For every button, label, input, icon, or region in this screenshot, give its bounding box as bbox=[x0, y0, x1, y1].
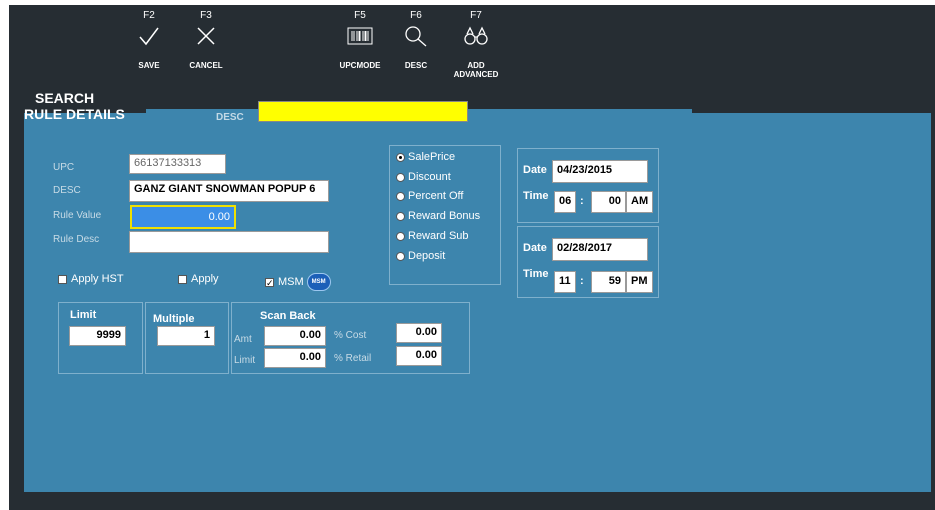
apply-checkbox[interactable]: Apply bbox=[178, 273, 219, 285]
upcmode-label: UPCMODE bbox=[339, 61, 381, 70]
scan-amt-label: Amt bbox=[234, 334, 252, 345]
radio-label: Discount bbox=[408, 171, 451, 183]
save-label: SAVE bbox=[138, 61, 160, 70]
radio-label: Reward Sub bbox=[408, 230, 469, 242]
binoculars-icon bbox=[464, 26, 488, 45]
add-label: ADD bbox=[467, 61, 485, 70]
scan-back-title: Scan Back bbox=[260, 310, 316, 322]
checkmark-icon bbox=[139, 27, 159, 46]
end-ampm-field[interactable]: PM bbox=[626, 271, 653, 293]
apply-hst-label: Apply HST bbox=[71, 273, 124, 285]
add-advanced-key: F7 bbox=[470, 10, 482, 21]
radio-dot bbox=[396, 211, 405, 221]
msm-badge-icon: MSM bbox=[306, 273, 331, 291]
desc-key: F6 bbox=[410, 10, 422, 21]
radio-label: Reward Bonus bbox=[408, 210, 481, 222]
save-button[interactable]: F2 SAVE bbox=[119, 10, 179, 70]
rule-value-field[interactable]: 0.00 bbox=[130, 205, 236, 229]
radio-percent-off[interactable]: Percent Off bbox=[396, 190, 463, 202]
radio-deposit[interactable]: Deposit bbox=[396, 250, 445, 262]
radio-dot bbox=[396, 172, 405, 182]
start-hour-field[interactable]: 06 bbox=[554, 191, 576, 213]
radio-dot bbox=[396, 231, 405, 241]
radio-discount[interactable]: Discount bbox=[396, 171, 451, 183]
end-time-label: Time bbox=[523, 268, 549, 280]
desc-label: DESC bbox=[53, 185, 81, 196]
radio-dot bbox=[396, 251, 405, 261]
radio-label: Deposit bbox=[408, 250, 446, 262]
start-date-label: Date bbox=[523, 164, 547, 176]
limit-label: Limit bbox=[70, 309, 97, 321]
checkbox-checked-box: ✓ bbox=[265, 277, 274, 288]
save-key: F2 bbox=[143, 10, 155, 21]
magnifier-icon bbox=[405, 26, 427, 47]
upcmode-key: F5 bbox=[354, 10, 366, 21]
add-advanced-button[interactable]: F7 ADD ADVANCED bbox=[446, 10, 506, 79]
time-separator: : bbox=[580, 195, 584, 207]
scan-cost-field[interactable]: 0.00 bbox=[396, 323, 442, 343]
search-desc-label: DESC bbox=[216, 112, 244, 123]
apply-label: Apply bbox=[191, 273, 219, 285]
end-minute-field[interactable]: 59 bbox=[591, 271, 626, 293]
time-separator: : bbox=[580, 275, 584, 287]
radio-saleprice[interactable]: SalePrice bbox=[396, 151, 455, 163]
advanced-label: ADVANCED bbox=[453, 70, 499, 79]
scan-cost-label: % Cost bbox=[334, 330, 367, 341]
radio-label: Percent Off bbox=[408, 190, 464, 202]
end-date-label: Date bbox=[523, 242, 547, 254]
desc-label: DESC bbox=[404, 61, 428, 70]
end-hour-field[interactable]: 11 bbox=[554, 271, 576, 293]
upcmode-button[interactable]: F5 UPCMODE bbox=[330, 10, 390, 70]
scan-retail-field[interactable]: 0.00 bbox=[396, 346, 442, 366]
radio-label: SalePrice bbox=[408, 151, 456, 163]
cancel-button[interactable]: F3 CANCEL bbox=[176, 10, 236, 70]
desc-field[interactable]: GANZ GIANT SNOWMAN POPUP 6 bbox=[129, 180, 329, 202]
start-ampm-field[interactable]: AM bbox=[626, 191, 653, 213]
scan-amt-field[interactable]: 0.00 bbox=[264, 326, 326, 346]
search-desc-input[interactable] bbox=[258, 101, 468, 122]
msm-checkbox[interactable]: ✓ MSM MSM bbox=[265, 273, 331, 291]
radio-dot bbox=[396, 191, 405, 201]
limit-field[interactable]: 9999 bbox=[69, 326, 126, 346]
upc-label: UPC bbox=[53, 162, 75, 173]
cancel-label: CANCEL bbox=[189, 61, 223, 70]
search-heading: SEARCH bbox=[35, 90, 95, 106]
apply-hst-checkbox[interactable]: Apply HST bbox=[58, 273, 124, 285]
scan-limit-field[interactable]: 0.00 bbox=[264, 348, 326, 368]
rule-details-heading: RULE DETAILS bbox=[24, 106, 125, 122]
rule-desc-field[interactable] bbox=[129, 231, 329, 253]
multiple-field[interactable]: 1 bbox=[157, 326, 215, 346]
multiple-label: Multiple bbox=[153, 313, 195, 325]
rule-value-label: Rule Value bbox=[53, 210, 102, 221]
checkbox-box bbox=[58, 274, 67, 284]
desc-button[interactable]: F6 DESC bbox=[386, 10, 446, 70]
start-time-label: Time bbox=[523, 190, 549, 202]
start-date-field[interactable]: 04/23/2015 bbox=[552, 160, 648, 183]
radio-selected-dot bbox=[396, 152, 405, 162]
end-date-field[interactable]: 02/28/2017 bbox=[552, 238, 648, 261]
scan-retail-label: % Retail bbox=[334, 353, 372, 364]
scan-limit-label: Limit bbox=[234, 355, 256, 366]
radio-reward-bonus[interactable]: Reward Bonus bbox=[396, 210, 480, 222]
close-icon bbox=[197, 27, 215, 45]
start-minute-field[interactable]: 00 bbox=[591, 191, 626, 213]
rule-desc-label: Rule Desc bbox=[53, 234, 100, 245]
radio-reward-sub[interactable]: Reward Sub bbox=[396, 230, 469, 242]
msm-label: MSM bbox=[278, 276, 304, 288]
barcode-icon bbox=[347, 27, 373, 45]
cancel-key: F3 bbox=[200, 10, 212, 21]
upc-field[interactable]: 66137133313 bbox=[129, 154, 226, 174]
checkbox-box bbox=[178, 274, 187, 284]
